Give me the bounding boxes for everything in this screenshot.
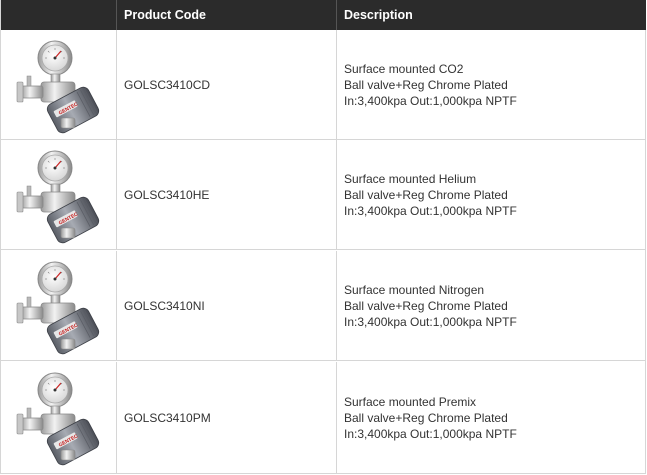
gas-regulator-icon[interactable]: [15, 257, 105, 355]
product-image-cell: [1, 30, 117, 139]
gas-regulator-icon[interactable]: [15, 36, 105, 134]
product-image-cell: [1, 362, 117, 473]
description-line: Ball valve+Reg Chrome Plated: [344, 298, 508, 313]
description-cell: Surface mounted CO2 Ball valve+Reg Chrom…: [337, 30, 646, 139]
product-table: Product Code Description GOLSC3410CD Sur…: [0, 0, 646, 474]
product-code-cell: GOLSC3410NI: [117, 251, 337, 360]
table-row: GOLSC3410NI Surface mounted Nitrogen Bal…: [1, 251, 646, 361]
product-image-cell: [1, 251, 117, 360]
product-image-cell: [1, 140, 117, 249]
description-line: Surface mounted CO2: [344, 61, 464, 76]
description-cell: Surface mounted Premix Ball valve+Reg Ch…: [337, 362, 646, 473]
header-product-code: Product Code: [117, 0, 337, 30]
table-row: GOLSC3410HE Surface mounted Helium Ball …: [1, 140, 646, 250]
description-cell: Surface mounted Helium Ball valve+Reg Ch…: [337, 140, 646, 249]
gas-regulator-icon[interactable]: [15, 146, 105, 244]
table-row: GOLSC3410PM Surface mounted Premix Ball …: [1, 362, 646, 474]
description-line: Surface mounted Premix: [344, 394, 477, 409]
description-line: Surface mounted Helium: [344, 171, 477, 186]
description-line: Ball valve+Reg Chrome Plated: [344, 187, 508, 202]
description-line: Ball valve+Reg Chrome Plated: [344, 77, 508, 92]
product-code-cell: GOLSC3410PM: [117, 362, 337, 473]
table-row: GOLSC3410CD Surface mounted CO2 Ball val…: [1, 30, 646, 140]
description-line: Ball valve+Reg Chrome Plated: [344, 410, 508, 425]
gas-regulator-icon[interactable]: [15, 368, 105, 466]
description-line: In:3,400kpa Out:1,000kpa NPTF: [344, 314, 517, 329]
description-line: In:3,400kpa Out:1,000kpa NPTF: [344, 426, 517, 441]
table-header: Product Code Description: [1, 0, 646, 30]
header-description: Description: [344, 8, 413, 22]
description-line: Surface mounted Nitrogen: [344, 282, 485, 297]
product-code-cell: GOLSC3410HE: [117, 140, 337, 249]
description-line: In:3,400kpa Out:1,000kpa NPTF: [344, 93, 517, 108]
header-image-column: [1, 0, 117, 30]
description-cell: Surface mounted Nitrogen Ball valve+Reg …: [337, 251, 646, 360]
product-code-cell: GOLSC3410CD: [117, 30, 337, 139]
description-line: In:3,400kpa Out:1,000kpa NPTF: [344, 203, 517, 218]
